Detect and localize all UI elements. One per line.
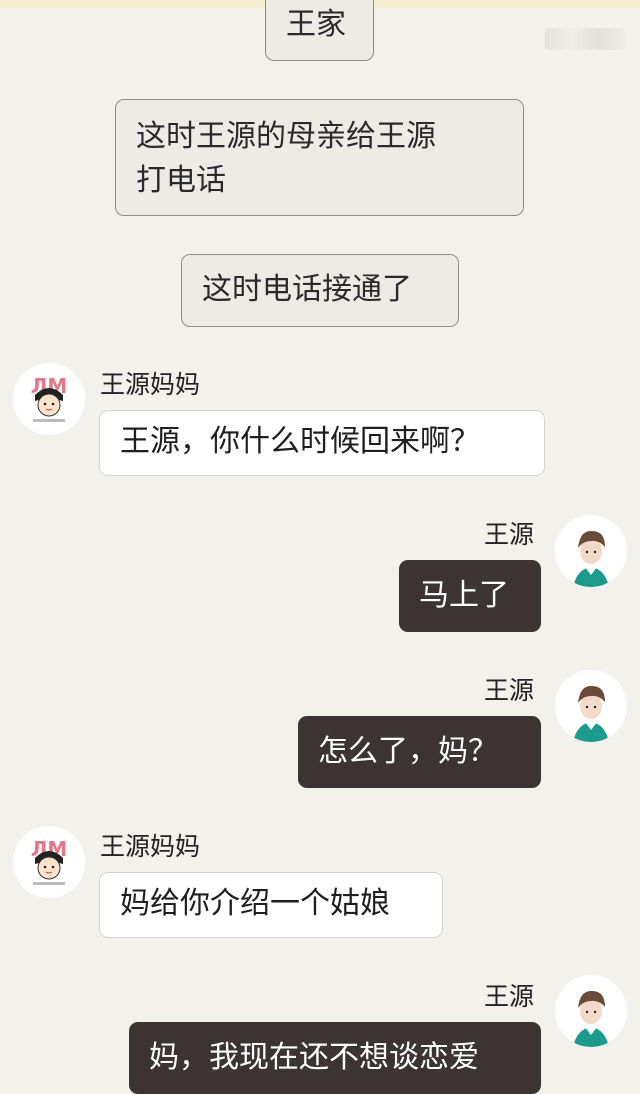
- message-bubble-incoming[interactable]: 王源，你什么时候回来啊？: [99, 410, 545, 476]
- sender-name: 王源: [484, 982, 535, 1011]
- boy-avatar[interactable]: [555, 670, 627, 742]
- scene-location-box: 王家: [265, 0, 374, 61]
- sender-name: 王源: [484, 520, 535, 549]
- message-bubble-outgoing[interactable]: 马上了: [399, 560, 541, 632]
- scene-narration-box: 这时王源的母亲给王源 打电话: [115, 99, 524, 216]
- blurred-watermark: [545, 28, 625, 50]
- scene-narration-line2: 打电话: [136, 163, 226, 198]
- cartoon-girl-avatar[interactable]: [13, 363, 85, 435]
- call-connected-text: 这时电话接通了: [202, 272, 412, 307]
- call-connected-box: 这时电话接通了: [181, 254, 459, 327]
- sender-name: 王源妈妈: [100, 832, 201, 861]
- scene-narration-line1: 这时王源的母亲给王源: [136, 119, 436, 154]
- message-bubble-outgoing[interactable]: 妈，我现在还不想谈恋爱: [129, 1022, 541, 1094]
- boy-avatar[interactable]: [555, 515, 627, 587]
- sender-name: 王源: [484, 676, 535, 705]
- message-bubble-outgoing[interactable]: 怎么了，妈？: [298, 716, 541, 788]
- message-bubble-incoming[interactable]: 妈给你介绍一个姑娘: [99, 872, 443, 938]
- scene-location-text: 王家: [286, 7, 346, 42]
- boy-avatar[interactable]: [555, 975, 627, 1047]
- sender-name: 王源妈妈: [100, 370, 201, 399]
- cartoon-girl-avatar[interactable]: [13, 826, 85, 898]
